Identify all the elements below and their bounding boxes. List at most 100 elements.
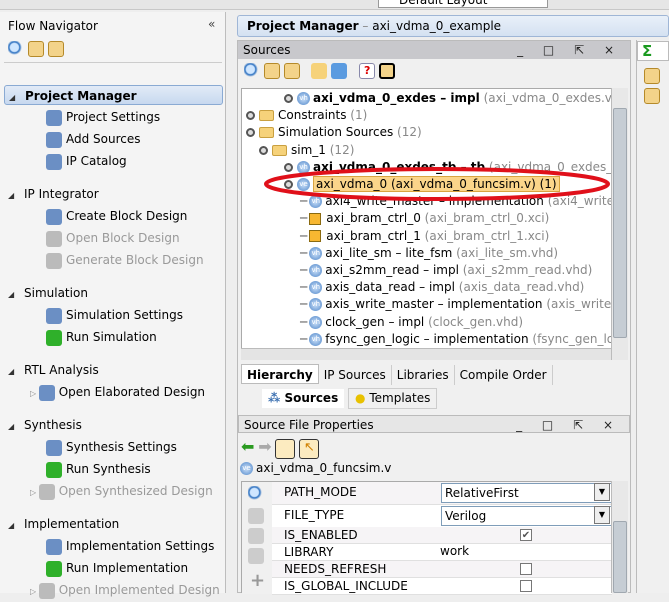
nav-section-simulation[interactable]: ◢ Simulation: [4, 283, 223, 303]
property-value[interactable]: work: [440, 544, 469, 558]
subtab-templates[interactable]: ● Templates: [348, 388, 438, 409]
vhdl-file-icon: vh: [309, 264, 323, 277]
settings-icon[interactable]: [275, 438, 296, 459]
nav-item-open-block-design[interactable]: Open Block Design: [4, 228, 223, 248]
tree-hscrollbar[interactable]: [241, 348, 611, 360]
expand-triangle-icon[interactable]: ◢: [4, 362, 18, 382]
vhdl-file-icon: vh: [309, 298, 323, 312]
expand-all-icon[interactable]: [248, 528, 264, 544]
main-toolbar: Default Layout: [0, 0, 669, 10]
nav-item-open-implemented-design[interactable]: ▷ Open Implemented Design: [4, 580, 223, 600]
tree-item[interactable]: vh axi_vdma_0_exdes – impl (axi_vdma_0_ex…: [284, 90, 627, 107]
right-panel-tab[interactable]: Σ: [637, 41, 669, 61]
search-icon[interactable]: [248, 486, 264, 502]
expand-triangle-icon[interactable]: ◢: [4, 186, 18, 206]
property-select[interactable]: RelativeFirst: [441, 483, 613, 503]
tree-item[interactable]: ─ axi_bram_ctrl_1 (axi_bram_ctrl_1.xci): [300, 228, 549, 245]
tab-compile-order[interactable]: Compile Order: [455, 365, 553, 385]
expand-arrow-icon[interactable]: ▷: [30, 587, 39, 596]
nav-item-create-block-design[interactable]: Create Block Design: [4, 206, 223, 226]
property-select[interactable]: Verilog: [441, 506, 613, 526]
help-icon[interactable]: ?: [359, 63, 376, 79]
run-icon: [46, 461, 62, 478]
nav-section-synthesis[interactable]: ◢ Synthesis: [4, 415, 223, 435]
nav-item-ip-catalog[interactable]: IP Catalog: [4, 151, 223, 171]
nav-section-rtl-analysis[interactable]: ◢ RTL Analysis: [4, 360, 223, 380]
expand-arrow-icon[interactable]: ▷: [30, 488, 39, 497]
nav-section-ip-integrator[interactable]: ◢ IP Integrator: [4, 184, 223, 204]
back-arrow-icon[interactable]: ⬅: [241, 437, 254, 456]
expand-triangle-icon[interactable]: ◢: [5, 88, 19, 108]
property-checkbox[interactable]: [520, 580, 532, 592]
expand-all-icon[interactable]: [283, 63, 300, 79]
tree-item[interactable]: ─ vh clock_gen – impl (clock_gen.vhd): [300, 314, 523, 331]
nav-section-implementation[interactable]: ◢ Implementation: [4, 514, 223, 534]
pointer-icon[interactable]: ↖: [299, 438, 320, 459]
add-icon[interactable]: +: [250, 570, 265, 591]
tree-toggle-icon[interactable]: [284, 94, 293, 103]
tab-ip-sources[interactable]: IP Sources: [319, 365, 392, 385]
nav-section-label: IP Integrator: [24, 187, 99, 201]
nav-item-run-implementation[interactable]: Run Implementation: [4, 558, 223, 578]
forward-arrow-icon[interactable]: ➡: [258, 437, 271, 456]
tree-item[interactable]: ─ vh axis_write_master – implementation (a…: [300, 296, 627, 313]
expand-triangle-icon[interactable]: ◢: [4, 285, 18, 305]
scrollbar-thumb[interactable]: [613, 521, 627, 593]
properties-title: Source File Properties: [244, 418, 374, 432]
collapse-all-icon[interactable]: [27, 41, 44, 57]
tree-item[interactable]: ─ vh axis_data_read – impl (axis_data_read…: [300, 279, 584, 296]
property-checkbox[interactable]: [520, 563, 532, 575]
chevron-down-icon[interactable]: ▼: [594, 506, 610, 524]
tree-item[interactable]: ─ vh axi_lite_sm – lite_fsm (axi_lite_sm.v…: [300, 245, 558, 262]
search-icon[interactable]: [244, 63, 260, 79]
collapse-all-icon[interactable]: [644, 68, 660, 84]
nav-item-generate-block-design[interactable]: Generate Block Design: [4, 250, 223, 270]
nav-item-implementation-settings[interactable]: Implementation Settings: [4, 536, 223, 556]
tree-item[interactable]: ─ axi_bram_ctrl_0 (axi_bram_ctrl_0.xci): [300, 210, 549, 227]
nav-item-open-synthesized-design[interactable]: ▷ Open Synthesized Design: [4, 481, 223, 501]
expand-triangle-icon[interactable]: ◢: [4, 516, 18, 536]
search-icon[interactable]: [8, 41, 24, 57]
collapse-button[interactable]: «: [208, 17, 215, 31]
nav-item-run-synthesis[interactable]: Run Synthesis: [4, 459, 223, 479]
window-buttons[interactable]: _ □ ⇱ ×: [517, 41, 622, 59]
window-buttons[interactable]: _ □ ⇱ ×: [516, 416, 621, 434]
add-folder-icon[interactable]: [311, 63, 328, 79]
tree-toggle-icon[interactable]: [246, 128, 255, 138]
tree-toggle-icon[interactable]: [259, 145, 268, 155]
tab-hierarchy[interactable]: Hierarchy: [241, 364, 319, 384]
collapse-all-icon[interactable]: [263, 63, 280, 79]
nav-section-project-manager[interactable]: ◢ Project Manager: [4, 85, 223, 105]
expand-all-icon[interactable]: [47, 41, 64, 57]
show-properties-icon[interactable]: [378, 63, 395, 79]
group-icon[interactable]: [248, 548, 264, 564]
expand-arrow-icon[interactable]: ▷: [30, 389, 39, 398]
tree-line: ─: [300, 263, 308, 277]
tree-item[interactable]: Constraints (1): [246, 107, 367, 124]
subtab-sources[interactable]: ⁂ Sources: [262, 389, 345, 408]
tree-item[interactable]: ─ vh axi_s2mm_read – impl (axi_s2mm_read.v…: [300, 262, 592, 279]
layout-select[interactable]: Default Layout: [378, 0, 548, 8]
nav-item-add-sources[interactable]: Add Sources: [4, 129, 223, 149]
nav-item-synthesis-settings[interactable]: Synthesis Settings: [4, 437, 223, 457]
tree-line: ─: [300, 228, 308, 243]
tree-toggle-icon[interactable]: [246, 111, 255, 121]
collapse-all-icon[interactable]: [248, 508, 264, 524]
tree-item[interactable]: Simulation Sources (12): [246, 124, 422, 141]
expand-all-icon[interactable]: [644, 88, 660, 104]
nav-item-project-settings[interactable]: Project Settings: [4, 107, 223, 127]
properties-scrollbar[interactable]: [611, 481, 628, 593]
tree-scrollbar[interactable]: [611, 88, 628, 360]
expand-triangle-icon[interactable]: ◢: [4, 417, 18, 437]
nav-item-simulation-settings[interactable]: Simulation Settings: [4, 305, 223, 325]
chevron-down-icon[interactable]: ▼: [594, 483, 610, 501]
add-sources-icon[interactable]: [331, 63, 348, 79]
tree-item[interactable]: ─ vh fsync_gen_logic – implementation (fsy…: [300, 331, 627, 348]
nav-item-run-simulation[interactable]: Run Simulation: [4, 327, 223, 347]
tree-item[interactable]: sim_1 (12): [259, 142, 354, 159]
scrollbar-thumb[interactable]: [613, 108, 627, 338]
property-checkbox[interactable]: ✔: [520, 529, 532, 541]
nav-item-open-elaborated-design[interactable]: ▷ Open Elaborated Design: [4, 382, 223, 402]
nav-item-icon: [46, 153, 62, 170]
tab-libraries[interactable]: Libraries: [392, 365, 455, 385]
